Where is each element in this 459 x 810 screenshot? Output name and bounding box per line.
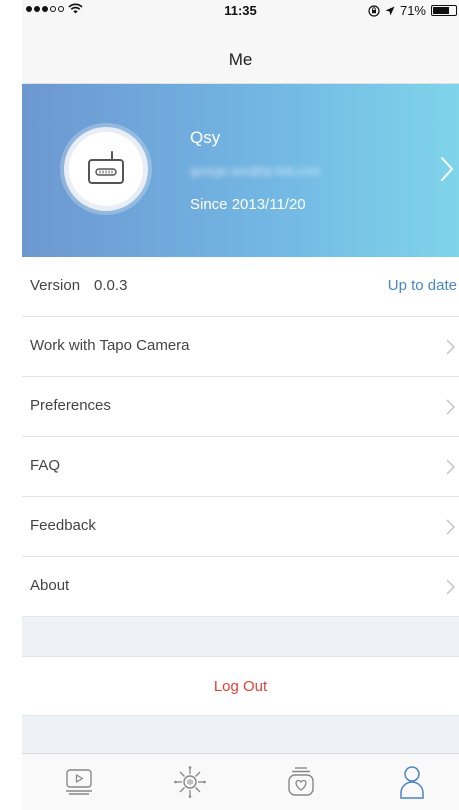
chevron-right-icon <box>446 399 455 415</box>
device-hub-icon <box>174 766 206 798</box>
app-window: 11:35 71% Me Qsy george.seo@tp-link.com … <box>22 0 459 810</box>
profile-since: Since 2013/11/20 <box>190 196 306 213</box>
version-number: 0.0.3 <box>94 277 128 294</box>
chevron-right-icon <box>446 339 455 355</box>
logout-button[interactable]: Log Out <box>22 656 459 716</box>
profile-email: george.seo@tp-link.com <box>190 164 321 178</box>
section-spacer <box>22 618 459 656</box>
tab-moments[interactable] <box>281 762 321 802</box>
version-status: Up to date <box>387 277 457 294</box>
menu-item-feedback[interactable]: Feedback <box>22 497 459 557</box>
menu-item-label: Work with Tapo Camera <box>30 337 190 354</box>
menu-item-about[interactable]: About <box>22 557 459 617</box>
play-screen-icon <box>66 769 92 795</box>
page-title: Me <box>228 50 253 69</box>
chevron-right-icon <box>446 519 455 535</box>
person-icon <box>400 766 424 799</box>
chevron-right-icon <box>441 157 453 181</box>
settings-list: Version 0.0.3 Up to date Work with Tapo C… <box>22 257 459 617</box>
menu-item-label: About <box>30 577 70 594</box>
status-right: 71% <box>368 3 457 18</box>
version-label: Version 0.0.3 <box>30 277 127 295</box>
tab-videos[interactable] <box>59 762 99 802</box>
profile-card[interactable]: Qsy george.seo@tp-link.com Since 2013/11… <box>22 84 459 257</box>
left-margin <box>0 0 22 810</box>
orientation-lock-icon <box>368 4 380 17</box>
tab-bar <box>22 753 459 810</box>
menu-item-preferences[interactable]: Preferences <box>22 377 459 437</box>
menu-item-work-with-tapo-camera[interactable]: Work with Tapo Camera <box>22 317 459 377</box>
heart-stack-icon <box>288 767 314 796</box>
avatar <box>64 127 148 211</box>
tab-me[interactable] <box>392 762 432 802</box>
section-spacer <box>22 716 459 753</box>
tab-devices[interactable] <box>170 762 210 802</box>
version-label-text: Version <box>30 277 81 294</box>
location-arrow-icon <box>385 6 395 15</box>
screen: 11:35 71% Me Qsy george.seo@tp-link.com … <box>0 0 459 810</box>
menu-item-label: Preferences <box>30 397 111 414</box>
battery-percent: 71% <box>399 3 426 18</box>
chevron-right-icon <box>446 579 455 595</box>
avatar-inner <box>69 132 143 206</box>
chevron-right-icon <box>446 459 455 475</box>
profile-name: Qsy <box>190 128 221 147</box>
hub-device-icon <box>88 151 124 184</box>
menu-item-faq[interactable]: FAQ <box>22 437 459 497</box>
menu-item-label: FAQ <box>30 457 61 474</box>
status-bar: 11:35 71% <box>22 0 459 22</box>
battery-icon <box>431 5 457 16</box>
logout-label: Log Out <box>213 678 268 695</box>
navigation-bar: Me <box>22 22 459 84</box>
version-row: Version 0.0.3 Up to date <box>22 257 459 317</box>
menu-item-label: Feedback <box>30 517 96 534</box>
